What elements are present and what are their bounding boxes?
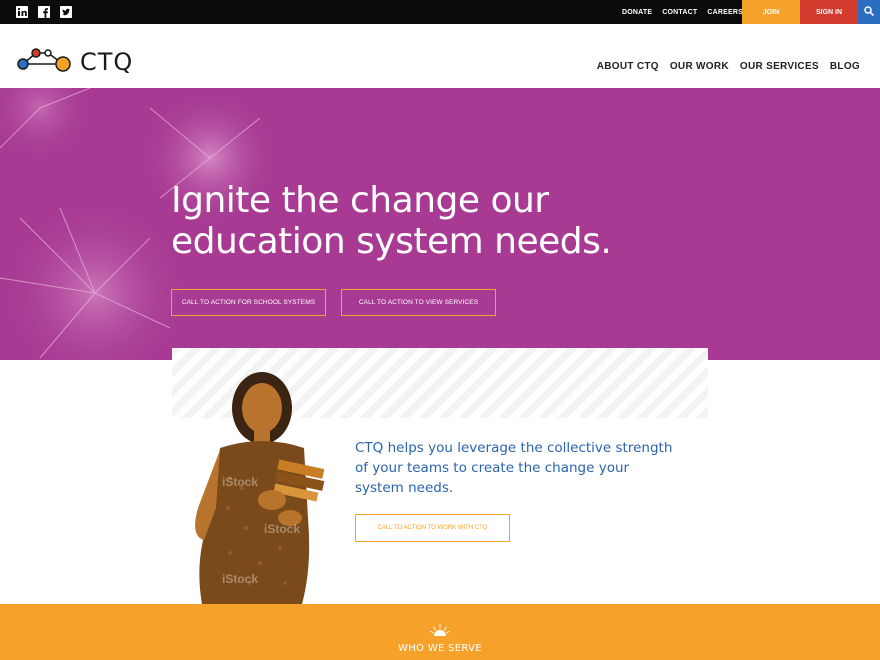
twitter-icon[interactable] <box>60 6 72 18</box>
sign-in-button[interactable]: SIGN IN <box>800 0 858 24</box>
cta-view-services-button[interactable]: CALL TO ACTION TO VIEW SERVICES <box>341 289 496 316</box>
teacher-photo: iStock iStock iStock <box>195 372 325 604</box>
cta-work-with-ctq-button[interactable]: CALL TO ACTION TO WORK WITH CTQ <box>355 514 510 542</box>
nav-our-work[interactable]: OUR WORK <box>670 61 729 72</box>
nav-blog[interactable]: BLOG <box>830 61 860 72</box>
careers-link[interactable]: CAREERS <box>707 9 743 16</box>
hero-headline-line-1: Ignite the change our <box>171 180 549 221</box>
sunburst-icon <box>430 624 450 636</box>
istock-watermark: iStock <box>222 572 258 586</box>
who-we-serve-section: WHO WE SERVE <box>0 604 880 660</box>
hero-banner: Ignite the change our education system n… <box>0 88 880 360</box>
istock-watermark: iStock <box>222 475 258 489</box>
search-button[interactable] <box>858 0 880 24</box>
join-button[interactable]: JOIN <box>742 0 800 24</box>
donate-link[interactable]: DONATE <box>622 9 652 16</box>
hero-headline: Ignite the change our education system n… <box>171 180 651 262</box>
hero-headline-line-2: education system needs. <box>171 221 612 262</box>
main-nav: ABOUT CTQ OUR WORK OUR SERVICES BLOG <box>586 61 860 72</box>
utility-links: DONATE CONTACT CAREERS <box>612 0 743 24</box>
nav-about-ctq[interactable]: ABOUT CTQ <box>597 61 659 72</box>
search-icon <box>864 3 874 21</box>
feature-description: CTQ helps you leverage the collective st… <box>355 440 673 496</box>
nav-our-services[interactable]: OUR SERVICES <box>740 61 819 72</box>
logo-wordmark: CTQ <box>80 48 134 76</box>
site-header: CTQ ABOUT CTQ OUR WORK OUR SERVICES BLOG <box>0 24 880 88</box>
contact-link[interactable]: CONTACT <box>662 9 697 16</box>
facebook-icon[interactable] <box>38 6 50 18</box>
ctq-logo[interactable]: CTQ <box>16 43 136 77</box>
who-we-serve-heading: WHO WE SERVE <box>398 643 482 654</box>
istock-watermark: iStock <box>264 522 300 536</box>
linkedin-icon[interactable] <box>16 6 28 18</box>
top-utility-bar: DONATE CONTACT CAREERS JOIN SIGN IN <box>0 0 880 24</box>
cta-school-systems-button[interactable]: CALL TO ACTION FOR SCHOOL SYSTEMS <box>171 289 326 316</box>
